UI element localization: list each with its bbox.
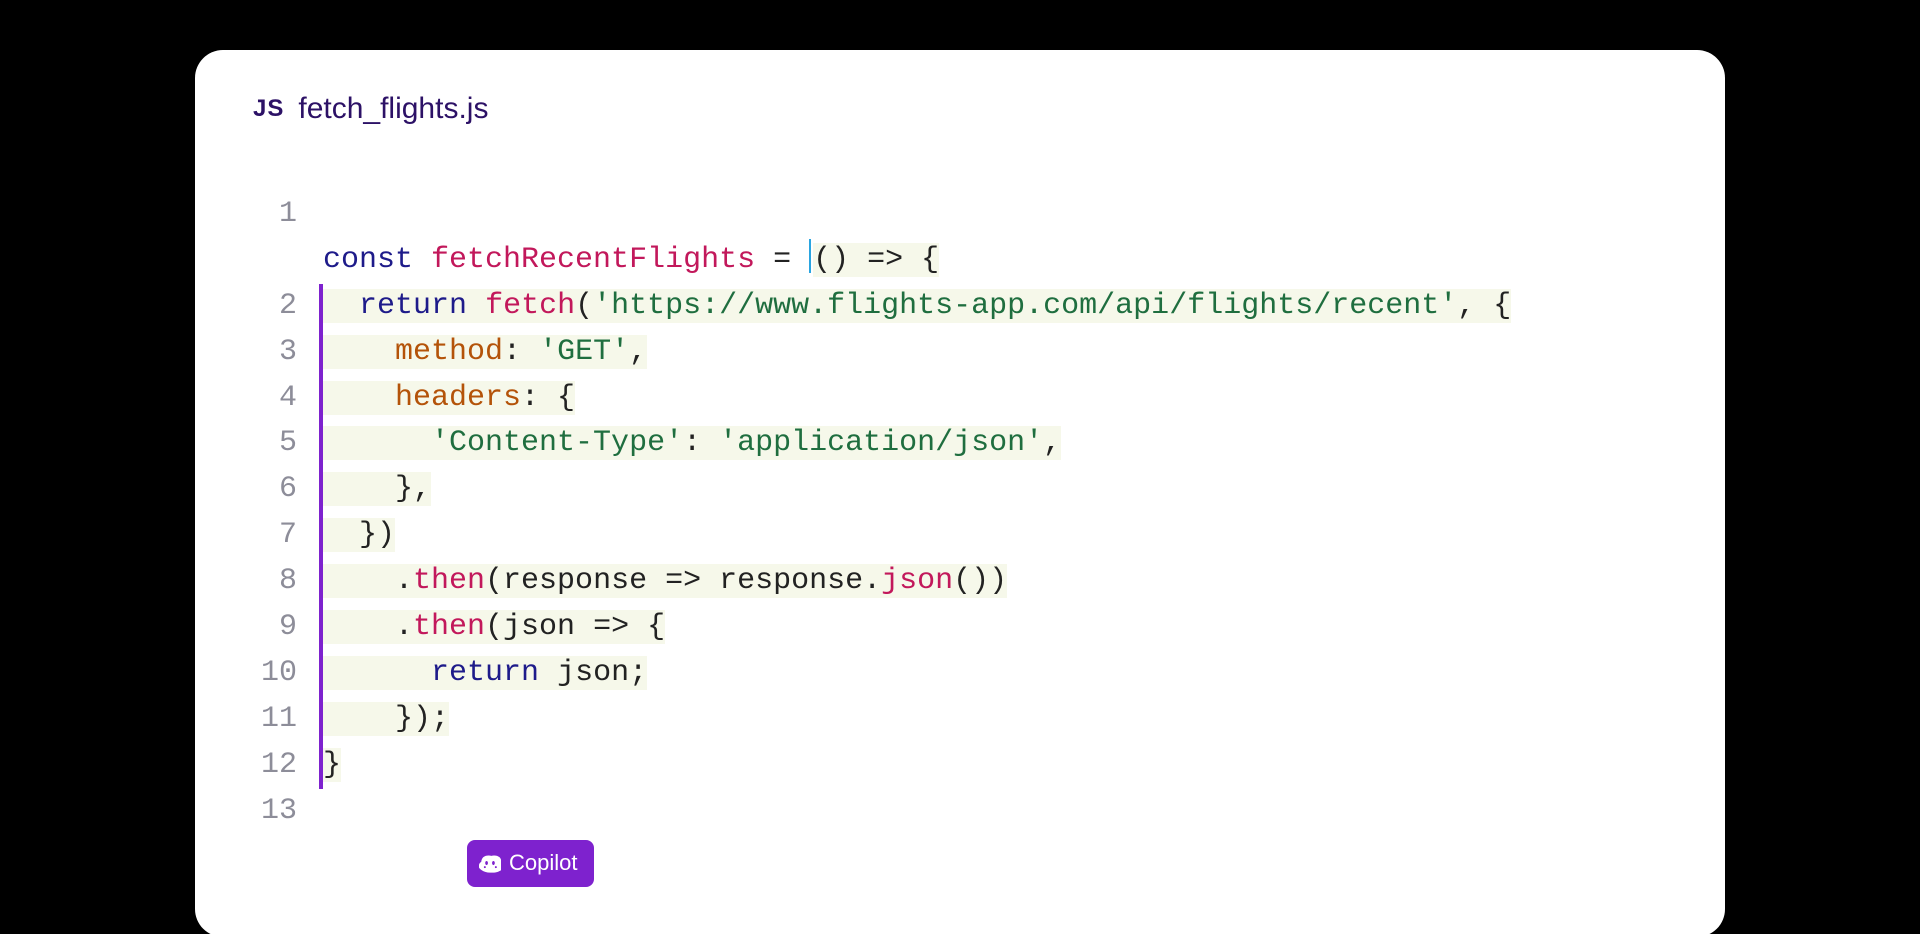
code-editor[interactable]: 1 const fetchRecentFlights = () => { 2 r… bbox=[253, 192, 1665, 934]
colon: : bbox=[683, 426, 719, 460]
text-cursor bbox=[809, 239, 811, 273]
language-badge: JS bbox=[253, 95, 284, 123]
comma: , bbox=[629, 335, 647, 369]
brace-close: } bbox=[323, 748, 341, 782]
prop-method: method bbox=[395, 335, 503, 369]
code-line: 13 Copilot bbox=[253, 789, 1665, 934]
line-number: 3 bbox=[253, 330, 323, 376]
code-line: 12 } bbox=[253, 743, 1665, 789]
code-line: 4 headers: { bbox=[253, 376, 1665, 422]
dot: . bbox=[395, 610, 413, 644]
arrow-body: (response => response. bbox=[485, 564, 881, 598]
code-line: 5 'Content-Type': 'application/json', bbox=[253, 421, 1665, 467]
brace-close: }); bbox=[395, 702, 449, 736]
paren-close: ()) bbox=[953, 564, 1007, 598]
line-number: 5 bbox=[253, 421, 323, 467]
line-number: 13 bbox=[253, 789, 323, 835]
copilot-icon bbox=[479, 852, 501, 874]
line-number: 12 bbox=[253, 743, 323, 789]
string-url: 'https://www.flights-app.com/api/flights… bbox=[593, 289, 1457, 323]
line-number: 1 bbox=[253, 192, 323, 238]
line-number: 10 bbox=[253, 651, 323, 697]
code-line: 1 const fetchRecentFlights = () => { bbox=[253, 192, 1665, 284]
line-number: 7 bbox=[253, 513, 323, 559]
paren-open: ( bbox=[575, 289, 593, 323]
copilot-label: Copilot bbox=[509, 846, 577, 880]
operator-eq: = bbox=[755, 243, 809, 277]
fn-then: then bbox=[413, 610, 485, 644]
string-get: 'GET' bbox=[539, 335, 629, 369]
fn-then: then bbox=[413, 564, 485, 598]
code-line: 10 return json; bbox=[253, 651, 1665, 697]
fn-json: json bbox=[881, 564, 953, 598]
keyword-return: return bbox=[431, 656, 539, 690]
string-json: 'application/json' bbox=[719, 426, 1043, 460]
code-line: 11 }); bbox=[253, 697, 1665, 743]
line-number: 4 bbox=[253, 376, 323, 422]
code-line: 6 }, bbox=[253, 467, 1665, 513]
file-name: fetch_flights.js bbox=[298, 92, 488, 126]
arrow-fn-open: () => { bbox=[813, 243, 939, 277]
keyword-return: return bbox=[359, 289, 467, 323]
fn-fetch: fetch bbox=[485, 289, 575, 323]
line-number: 9 bbox=[253, 605, 323, 651]
code-line: 9 .then(json => { bbox=[253, 605, 1665, 651]
line-number: 8 bbox=[253, 559, 323, 605]
string-content-type: 'Content-Type' bbox=[431, 426, 683, 460]
code-line: 7 }) bbox=[253, 513, 1665, 559]
suggestion-indicator bbox=[319, 284, 323, 330]
colon: : bbox=[503, 335, 539, 369]
brace-close: }, bbox=[395, 472, 431, 506]
ident-json: json; bbox=[539, 656, 647, 690]
obj-open: , { bbox=[1457, 289, 1511, 323]
dot: . bbox=[395, 564, 413, 598]
paren-close: }) bbox=[359, 518, 395, 552]
prop-headers: headers bbox=[395, 381, 521, 415]
keyword-const: const bbox=[323, 243, 413, 277]
comma: , bbox=[1043, 426, 1061, 460]
code-line: 2 return fetch('https://www.flights-app.… bbox=[253, 284, 1665, 330]
file-tab[interactable]: JS fetch_flights.js bbox=[253, 92, 1665, 126]
editor-card: JS fetch_flights.js 1 const fetchRecentF… bbox=[195, 50, 1725, 934]
function-name: fetchRecentFlights bbox=[431, 243, 755, 277]
code-line: 3 method: 'GET', bbox=[253, 330, 1665, 376]
copilot-badge[interactable]: Copilot bbox=[467, 840, 593, 887]
code-line: 8 .then(response => response.json()) bbox=[253, 559, 1665, 605]
line-number: 2 bbox=[253, 284, 323, 330]
line-number: 11 bbox=[253, 697, 323, 743]
arrow-open: (json => { bbox=[485, 610, 665, 644]
line-number: 6 bbox=[253, 467, 323, 513]
brace-open: : { bbox=[521, 381, 575, 415]
